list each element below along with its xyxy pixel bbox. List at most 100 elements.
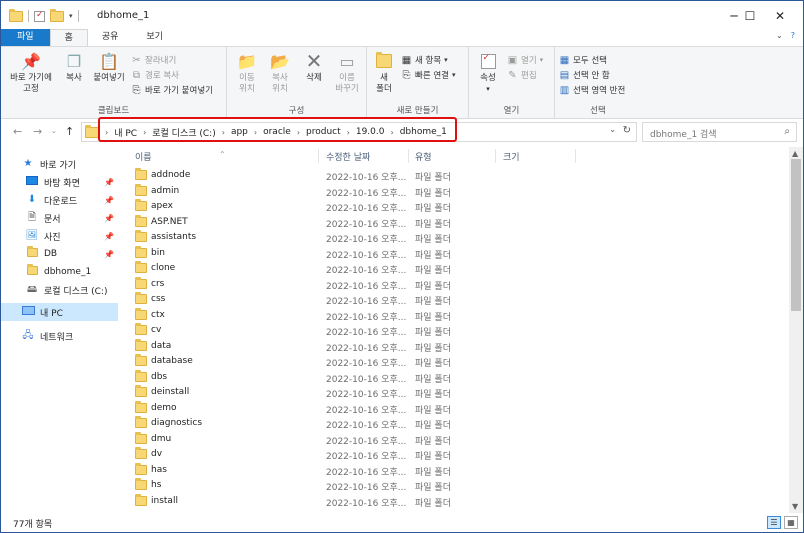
new-folder-button[interactable]: 새 폴더 xyxy=(371,51,397,95)
table-row[interactable]: dbs 2022-10-16 오후... 파일 폴더 xyxy=(121,369,789,386)
column-divider[interactable] xyxy=(408,149,409,163)
easy-access-button[interactable]: ⎘ 빠른 연결 ▾ xyxy=(401,68,456,82)
table-row[interactable]: apex 2022-10-16 오후... 파일 폴더 xyxy=(121,199,789,215)
file-date: 2022-10-16 오후... xyxy=(326,328,407,338)
file-date: 2022-10-16 오후... xyxy=(326,405,407,416)
nav-item-local-disk[interactable]: 🖴 로컬 디스크 (C:) xyxy=(25,281,118,299)
pin-quick-access-button[interactable]: 📌 바로 가기에 고정 xyxy=(5,51,57,95)
column-name[interactable]: 이름 xyxy=(135,150,152,163)
table-row[interactable]: bin 2022-10-16 오후... 파일 폴더 xyxy=(121,245,789,262)
network-icon: 🖧 xyxy=(22,330,34,341)
column-size[interactable]: 크기 xyxy=(503,150,520,163)
copy-button[interactable]: ❐ 복사 xyxy=(59,51,89,84)
vertical-scrollbar[interactable]: ▲ ▼ xyxy=(789,147,803,513)
scroll-up-icon[interactable]: ▲ xyxy=(792,149,798,158)
pin-icon[interactable]: 📌 xyxy=(104,214,114,223)
pin-icon[interactable]: 📌 xyxy=(104,196,114,205)
column-divider[interactable] xyxy=(495,149,496,163)
properties-button[interactable]: 속성 ▾ xyxy=(473,51,503,95)
nav-item-dbhome[interactable]: dbhome_1 xyxy=(25,263,118,281)
select-none-button[interactable]: ▤ 선택 안 함 xyxy=(559,68,610,82)
tab-home[interactable]: 홈 xyxy=(49,29,88,46)
table-row[interactable]: dv 2022-10-16 오후... 파일 폴더 xyxy=(121,447,789,463)
delete-button[interactable]: ✕ 삭제 xyxy=(299,51,329,84)
copy-path-button[interactable]: ⧉ 경로 복사 xyxy=(131,68,179,82)
nav-item-label: 다운로드 xyxy=(44,196,78,207)
column-divider[interactable] xyxy=(318,149,319,163)
column-date[interactable]: 수정한 날짜 xyxy=(326,150,370,163)
tab-view[interactable]: 보기 xyxy=(132,29,177,46)
table-row[interactable]: cv 2022-10-16 오후... 파일 폴더 xyxy=(121,323,789,339)
help-icon[interactable]: ? xyxy=(791,31,795,40)
table-row[interactable]: deinstall 2022-10-16 오후... 파일 폴더 xyxy=(121,385,789,401)
file-date: 2022-10-16 오후... xyxy=(326,266,407,276)
file-date: 2022-10-16 오후... xyxy=(326,188,407,199)
table-row[interactable]: admin 2022-10-16 오후... 파일 폴더 xyxy=(121,183,789,200)
pin-icon[interactable]: 📌 xyxy=(104,178,114,187)
search-input[interactable]: dbhome_1 검색 ⌕ xyxy=(642,122,797,142)
nav-item-desktop[interactable]: 바탕 화면 📌 xyxy=(25,173,118,191)
file-type: 파일 폴더 xyxy=(415,436,451,447)
table-row[interactable]: diagnostics 2022-10-16 오후... 파일 폴더 xyxy=(121,416,789,432)
column-divider[interactable] xyxy=(575,149,576,163)
tab-share[interactable]: 공유 xyxy=(88,29,133,46)
table-row[interactable]: ctx 2022-10-16 오후... 파일 폴더 xyxy=(121,307,789,324)
recent-locations-chevron-icon[interactable]: ⌄ xyxy=(51,127,57,135)
table-row[interactable]: addnode 2022-10-16 오후... 파일 폴더 xyxy=(121,168,789,184)
pin-icon[interactable]: 📌 xyxy=(104,232,114,241)
tab-file[interactable]: 파일 xyxy=(1,29,50,46)
select-all-button[interactable]: ▦ 모두 선택 xyxy=(559,53,607,67)
scroll-down-icon[interactable]: ▼ xyxy=(792,502,798,511)
nav-item-pictures[interactable]: 🖼 사진 📌 xyxy=(25,227,118,245)
table-row[interactable]: clone 2022-10-16 오후... 파일 폴더 xyxy=(121,261,789,277)
paste-button[interactable]: 📋 붙여넣기 xyxy=(89,51,129,84)
table-row[interactable]: dmu 2022-10-16 오후... 파일 폴더 xyxy=(121,431,789,448)
nav-item-downloads[interactable]: ⬇ 다운로드 📌 xyxy=(25,191,118,209)
refresh-icon[interactable]: ↻ xyxy=(623,125,631,136)
close-button[interactable]: ✕ xyxy=(757,1,803,31)
up-arrow-icon[interactable]: ↑ xyxy=(65,125,74,138)
clipboard-group-label: 클립보드 xyxy=(97,106,130,116)
nav-item-db[interactable]: DB 📌 xyxy=(25,245,118,263)
properties-icon xyxy=(477,51,499,71)
move-to-button[interactable]: 📁 이동 위치 xyxy=(231,51,263,95)
customize-qat-dropdown-icon[interactable]: ▾ xyxy=(69,12,73,20)
table-row[interactable]: data 2022-10-16 오후... 파일 폴더 xyxy=(121,338,789,355)
table-row[interactable]: ASP.NET 2022-10-16 오후... 파일 폴더 xyxy=(121,214,789,231)
edit-button[interactable]: ✎ 편집 xyxy=(507,68,536,82)
open-button[interactable]: ▣ 열기 ▾ xyxy=(507,53,543,67)
address-dropdown-icon[interactable]: ⌄ xyxy=(609,125,616,134)
scrollbar-thumb[interactable] xyxy=(791,159,801,311)
properties-check-icon[interactable] xyxy=(34,10,45,22)
table-row[interactable]: database 2022-10-16 오후... 파일 폴더 xyxy=(121,354,789,370)
nav-item-documents[interactable]: 🗎 문서 📌 xyxy=(25,209,118,227)
copy-to-button[interactable]: 📂 복사 위치 xyxy=(263,51,297,95)
forward-arrow-icon[interactable]: → xyxy=(33,125,42,138)
table-row[interactable]: css 2022-10-16 오후... 파일 폴더 xyxy=(121,292,789,308)
table-row[interactable]: assistants 2022-10-16 오후... 파일 폴더 xyxy=(121,230,789,246)
pin-icon[interactable]: 📌 xyxy=(104,250,114,259)
file-name-cell: css xyxy=(135,292,165,304)
back-arrow-icon[interactable]: ← xyxy=(13,125,22,138)
large-icons-view-icon[interactable]: ▦ xyxy=(784,516,798,529)
collapse-ribbon-icon[interactable]: ⌄ xyxy=(776,31,783,40)
new-item-button[interactable]: ▦ 새 항목 ▾ xyxy=(401,53,448,67)
file-name-cell: data xyxy=(135,338,171,351)
rename-button[interactable]: ▭ 이름 바꾸기 xyxy=(329,51,365,95)
table-row[interactable]: hs 2022-10-16 오후... 파일 폴더 xyxy=(121,478,789,494)
file-type: 파일 폴더 xyxy=(415,359,451,369)
table-row[interactable]: has 2022-10-16 오후... 파일 폴더 xyxy=(121,462,789,479)
file-name-cell: deinstall xyxy=(135,385,189,397)
search-icon: ⌕ xyxy=(784,126,790,137)
file-name: clone xyxy=(151,263,176,273)
new-folder-qat-icon[interactable] xyxy=(50,8,64,22)
nav-item-this-pc[interactable]: 내 PC xyxy=(1,303,118,321)
column-type[interactable]: 유형 xyxy=(415,150,432,163)
cut-button[interactable]: ✂ 잘라내기 xyxy=(131,53,176,67)
details-view-icon[interactable]: ☰ xyxy=(767,516,781,529)
invert-selection-button[interactable]: ▥ 선택 영역 반전 xyxy=(559,83,626,97)
table-row[interactable]: install 2022-10-16 오후... 파일 폴더 xyxy=(121,493,789,510)
table-row[interactable]: demo 2022-10-16 오후... 파일 폴더 xyxy=(121,400,789,417)
table-row[interactable]: crs 2022-10-16 오후... 파일 폴더 xyxy=(121,276,789,293)
paste-shortcut-button[interactable]: ⎘ 바로 가기 붙여넣기 xyxy=(131,83,213,97)
